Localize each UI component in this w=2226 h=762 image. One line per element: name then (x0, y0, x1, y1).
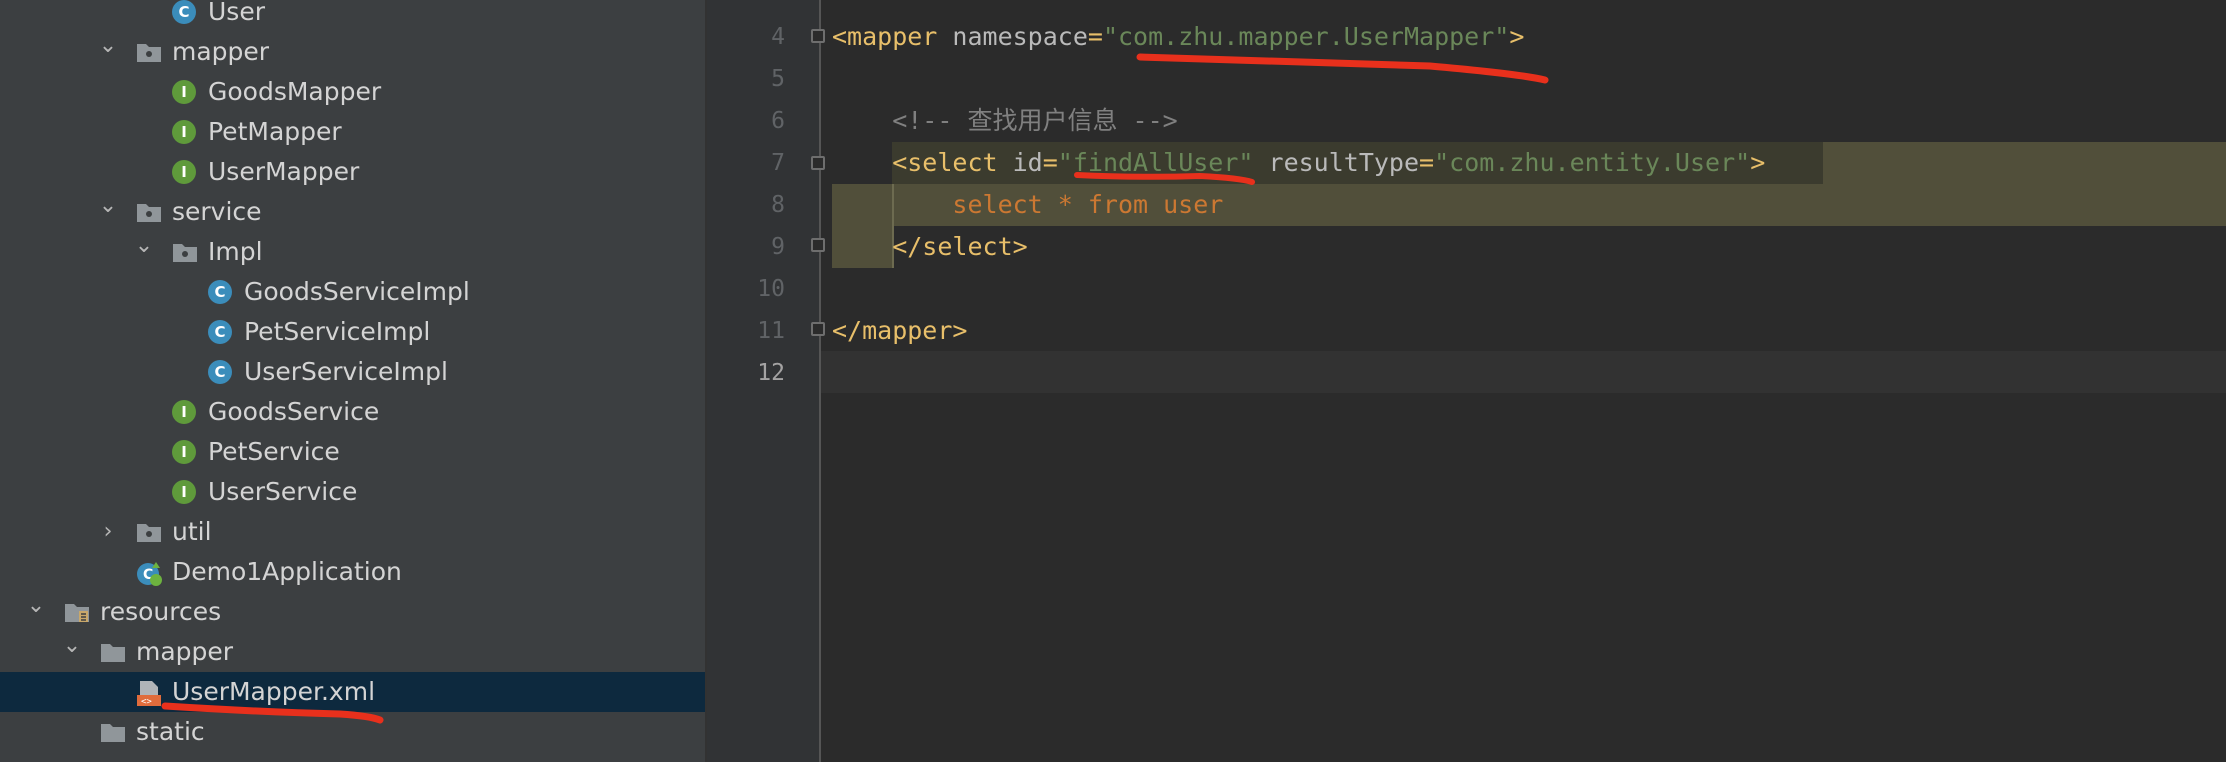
red-underline-id (1074, 172, 1255, 185)
annotation-overlay (161, 53, 1549, 724)
red-underline-filename (161, 702, 384, 724)
line-number: 5 (771, 66, 785, 92)
line-number: 11 (757, 318, 785, 344)
red-underline-namespace (1136, 53, 1549, 84)
line-number: 6 (771, 108, 785, 134)
line-number: 9 (771, 234, 785, 260)
line-number: 8 (771, 192, 785, 218)
line-number: 12 (757, 360, 785, 386)
line-number: 10 (757, 276, 785, 302)
line-number: 4 (771, 24, 785, 50)
line-number: 7 (771, 150, 785, 176)
